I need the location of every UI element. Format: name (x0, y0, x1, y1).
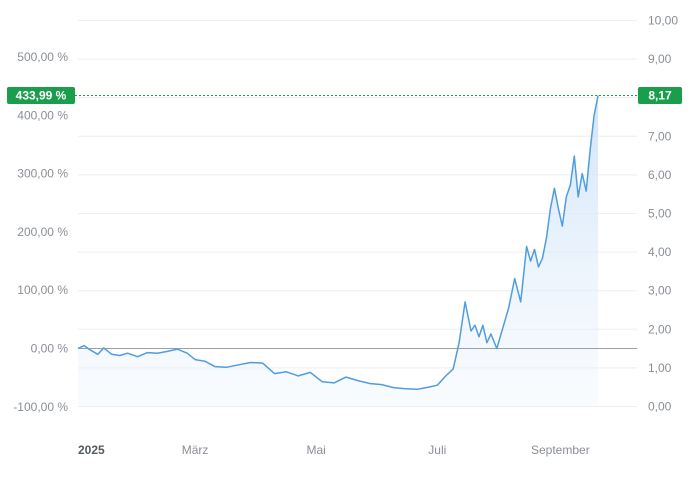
right-axis-tick-label: 5,00 (648, 207, 672, 221)
left-axis-tick-label: 400,00 % (17, 108, 68, 122)
price-area-fill (78, 95, 599, 407)
last-price-badge: 8,17 (638, 87, 682, 104)
right-axis-tick-label: 0,00 (648, 400, 672, 414)
stock-performance-chart: -100,00 % 0,00 % 100,00 % 200,00 % 300,00 % 4… (7, 14, 682, 457)
right-axis-tick-label: 6,00 (648, 168, 672, 182)
right-axis-tick-label: 4,00 (648, 245, 672, 259)
right-axis-tick-label: 2,00 (648, 322, 672, 336)
left-axis-tick-label: 200,00 % (17, 225, 68, 239)
left-axis-tick-label: 500,00 % (17, 50, 68, 64)
left-axis-percent: -100,00 % 0,00 % 100,00 % 200,00 % 300,00 % 4… (13, 50, 68, 414)
left-axis-tick-label: 100,00 % (17, 283, 68, 297)
last-percent-badge-text: 433,99 % (16, 89, 67, 103)
x-axis: 2025 März Mai Juli September (78, 443, 590, 457)
left-axis-tick-label: 300,00 % (17, 167, 68, 181)
x-axis-tick-label: Mai (307, 443, 326, 457)
right-axis-tick-label: 9,00 (648, 52, 672, 66)
left-axis-tick-label: -100,00 % (13, 400, 68, 414)
right-axis-tick-label: 1,00 (648, 361, 672, 375)
x-axis-tick-label: März (182, 443, 209, 457)
x-axis-tick-label: Juli (428, 443, 446, 457)
left-axis-tick-label: 0,00 % (31, 342, 69, 356)
x-axis-tick-label: September (531, 443, 590, 457)
x-axis-tick-label: 2025 (78, 443, 105, 457)
right-axis-tick-label: 10,00 (648, 14, 678, 28)
right-axis-tick-label: 7,00 (648, 129, 672, 143)
last-percent-badge: 433,99 % (7, 87, 75, 104)
last-price-badge-text: 8,17 (648, 89, 672, 103)
right-axis-tick-label: 3,00 (648, 284, 672, 298)
right-axis-price: 0,001,002,003,004,005,006,007,008,009,00… (648, 14, 678, 414)
